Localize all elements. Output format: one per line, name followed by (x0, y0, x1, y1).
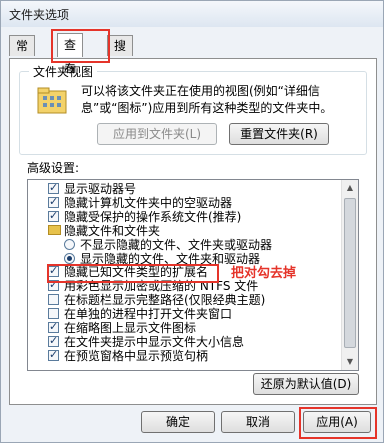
setting-checkbox[interactable] (48, 347, 59, 363)
advanced-settings-list[interactable]: 显示驱动器号隐藏计算机文件夹中的空驱动器隐藏受保护的操作系统文件(推荐)隐藏文件… (27, 179, 359, 371)
setting-checkbox[interactable] (48, 277, 59, 293)
folder-views-description: 可以将该文件夹正在使用的视图(例如“详细信息”或“图标”)应用到所有这种类型的文… (81, 84, 333, 115)
scroll-thumb[interactable] (344, 198, 356, 348)
setting-checkbox[interactable] (48, 333, 59, 349)
setting-label: 在预览窗格中显示预览句柄 (64, 348, 209, 363)
folder-options-dialog: 文件夹选项 常规 查看 搜索 文件夹视图 可以将该文件夹正在使用的视图(例如“详… (0, 0, 384, 443)
setting-checkbox[interactable] (48, 319, 59, 335)
setting-radio[interactable] (64, 252, 75, 264)
setting-checkbox[interactable] (48, 263, 59, 279)
window-title: 文件夹选项 (9, 8, 70, 22)
ok-button[interactable]: 确定 (141, 411, 215, 433)
tab-view[interactable]: 查看 (57, 33, 84, 75)
title-bar: 文件夹选项 (1, 1, 383, 27)
advanced-settings-label: 高级设置: (27, 161, 80, 175)
folder-icon (48, 224, 61, 235)
scroll-down-arrow-icon[interactable]: ▼ (342, 354, 358, 370)
scroll-up-arrow-icon[interactable]: ▲ (342, 180, 358, 196)
apply-to-folders-button[interactable]: 应用到文件夹(L) (97, 123, 217, 145)
setting-radio[interactable] (64, 238, 75, 250)
cancel-button[interactable]: 取消 (221, 411, 295, 433)
setting-checkbox[interactable] (48, 308, 59, 320)
folder-views-label: 文件夹视图 (29, 63, 98, 80)
setting-checkbox[interactable] (48, 180, 59, 196)
setting-checkbox[interactable] (48, 208, 59, 224)
annotation-text: 把对勾去掉 (231, 266, 297, 281)
setting-checkbox[interactable] (48, 294, 59, 306)
tab-search[interactable]: 搜索 (107, 35, 134, 73)
reset-folders-button[interactable]: 重置文件夹(R) (229, 123, 329, 145)
folder-view-icon (37, 87, 67, 114)
setting-checkbox[interactable] (48, 194, 59, 210)
restore-defaults-button[interactable]: 还原为默认值(D) (253, 373, 359, 395)
tab-general[interactable]: 常规 (9, 35, 36, 73)
apply-button[interactable]: 应用(A) (303, 411, 371, 433)
advanced-setting-row[interactable]: 在预览窗格中显示预览句柄 (28, 347, 340, 364)
list-scrollbar[interactable]: ▲ ▼ (341, 180, 358, 370)
